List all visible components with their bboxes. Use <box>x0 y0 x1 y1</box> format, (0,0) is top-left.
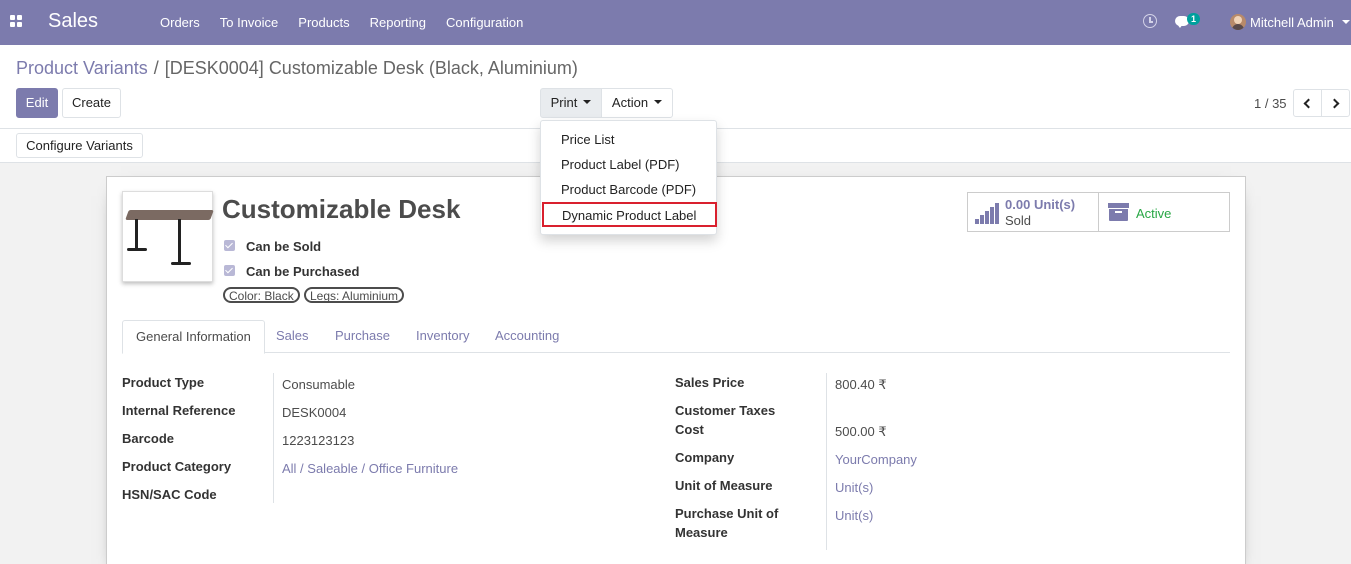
print-menu-item-dynamic-product-label[interactable]: Dynamic Product Label <box>542 202 717 227</box>
internal-reference-label: Internal Reference <box>122 403 236 418</box>
notebook-tabs: General Information Sales Purchase Inven… <box>122 320 1230 354</box>
pager-previous-button[interactable] <box>1293 89 1322 117</box>
user-name[interactable]: Mitchell Admin <box>1250 0 1334 45</box>
purchase-unit-of-measure-label: Purchase Unit of Measure <box>675 506 779 540</box>
chevron-down-icon[interactable] <box>1342 20 1350 24</box>
configure-variants-button[interactable]: Configure Variants <box>16 133 143 158</box>
sold-smart-button[interactable]: 0.00 Unit(s) Sold <box>968 193 1099 231</box>
chevron-right-icon <box>1329 98 1340 109</box>
action-dropdown-button[interactable]: Action <box>601 88 673 118</box>
app-brand[interactable]: Sales <box>48 10 98 33</box>
active-toggle-button[interactable]: Active <box>1099 193 1229 231</box>
tab-general-information[interactable]: General Information <box>122 320 265 354</box>
chevron-left-icon <box>1303 98 1314 109</box>
company-label: Company <box>675 450 735 465</box>
desk-foot-shape <box>171 262 191 265</box>
breadcrumb-current: [DESK0004] Customizable Desk (Black, Alu… <box>164 58 578 78</box>
breadcrumb-separator: / <box>153 58 159 78</box>
desk-leg-shape <box>178 219 181 263</box>
tab-accounting[interactable]: Accounting <box>482 320 572 353</box>
menu-item-products[interactable]: Products <box>288 0 359 45</box>
product-category-field[interactable]: All / Saleable / Office Furniture <box>282 461 458 476</box>
activity-clock-icon[interactable] <box>1143 14 1157 28</box>
purchase-unit-of-measure-field[interactable]: Unit(s) <box>835 508 873 523</box>
product-type-field[interactable]: Consumable <box>282 377 355 392</box>
menu-item-to-invoice[interactable]: To Invoice <box>210 0 289 45</box>
can-be-sold-label: Can be Sold <box>246 239 322 254</box>
create-button[interactable]: Create <box>62 88 121 118</box>
print-label: Print <box>550 95 578 110</box>
print-menu-item-product-barcode[interactable]: Product Barcode (PDF) <box>541 177 716 202</box>
main-menu: Orders To Invoice Products Reporting Con… <box>150 0 533 45</box>
cost-label: Cost <box>675 422 704 437</box>
signal-bars-icon <box>975 202 999 224</box>
can-be-purchased-checkbox[interactable] <box>224 265 235 276</box>
print-dropdown-button[interactable]: Print <box>540 88 602 118</box>
cost-field[interactable]: 500.00 ₹ <box>835 424 887 440</box>
breadcrumb: Product Variants / [DESK0004] Customizable… <box>16 58 578 79</box>
edit-button[interactable]: Edit <box>16 88 58 118</box>
print-menu-item-product-label[interactable]: Product Label (PDF) <box>541 152 716 177</box>
can-be-sold-checkbox[interactable] <box>224 240 235 251</box>
smart-buttons: 0.00 Unit(s) Sold Active <box>967 192 1230 232</box>
pager-next-button[interactable] <box>1321 89 1350 117</box>
active-label: Active <box>1136 206 1172 221</box>
menu-item-orders[interactable]: Orders <box>150 0 210 45</box>
product-type-label: Product Type <box>122 375 205 390</box>
sold-unit: Unit(s) <box>1033 197 1076 212</box>
action-label: Action <box>611 95 649 110</box>
attribute-tag-color: Color: Black <box>223 287 300 303</box>
customer-taxes-label: Customer Taxes <box>675 403 776 418</box>
caret-down-icon <box>654 99 663 104</box>
barcode-field[interactable]: 1223123123 <box>282 433 354 448</box>
company-field[interactable]: YourCompany <box>835 452 917 467</box>
desk-top-shape <box>125 210 214 220</box>
print-dropdown-menu: Price List Product Label (PDF) Product B… <box>540 120 717 235</box>
breadcrumb-parent[interactable]: Product Variants <box>16 58 148 78</box>
can-be-purchased-label: Can be Purchased <box>246 264 360 279</box>
unit-of-measure-field[interactable]: Unit(s) <box>835 480 873 495</box>
print-menu-item-price-list[interactable]: Price List <box>541 127 716 152</box>
attribute-tag-legs: Legs: Aluminium <box>304 287 405 303</box>
hsn-sac-code-label: HSN/SAC Code <box>122 487 217 502</box>
tab-sales[interactable]: Sales <box>263 320 322 353</box>
right-column-separator <box>826 373 827 550</box>
sold-value: 0.00 <box>1005 197 1031 212</box>
sold-label: Sold <box>1005 213 1032 228</box>
tab-inventory[interactable]: Inventory <box>403 320 482 353</box>
chat-count-badge: 1 <box>1187 13 1201 25</box>
product-category-label: Product Category <box>122 459 232 474</box>
user-avatar[interactable] <box>1230 14 1246 30</box>
top-navbar: Sales Orders To Invoice Products Reporti… <box>0 0 1351 45</box>
caret-down-icon <box>583 99 592 104</box>
tab-purchase[interactable]: Purchase <box>322 320 403 353</box>
unit-of-measure-label: Unit of Measure <box>675 478 773 493</box>
pager-value[interactable]: 1 / 35 <box>1254 96 1287 111</box>
menu-item-reporting[interactable]: Reporting <box>360 0 436 45</box>
sales-price-field[interactable]: 800.40 ₹ <box>835 377 887 393</box>
internal-reference-field[interactable]: DESK0004 <box>282 405 346 420</box>
product-name[interactable]: Customizable Desk <box>222 194 460 225</box>
left-column-separator <box>273 373 274 503</box>
desk-leg-shape <box>135 219 138 249</box>
sales-price-label: Sales Price <box>675 375 745 390</box>
sold-quantity: 0.00 Unit(s) <box>1005 197 1075 212</box>
menu-item-configuration[interactable]: Configuration <box>436 0 533 45</box>
barcode-label: Barcode <box>122 431 175 446</box>
product-image[interactable] <box>122 191 214 282</box>
archive-icon <box>1108 203 1129 221</box>
apps-menu-icon[interactable] <box>10 15 23 28</box>
desk-foot-shape <box>127 248 147 251</box>
